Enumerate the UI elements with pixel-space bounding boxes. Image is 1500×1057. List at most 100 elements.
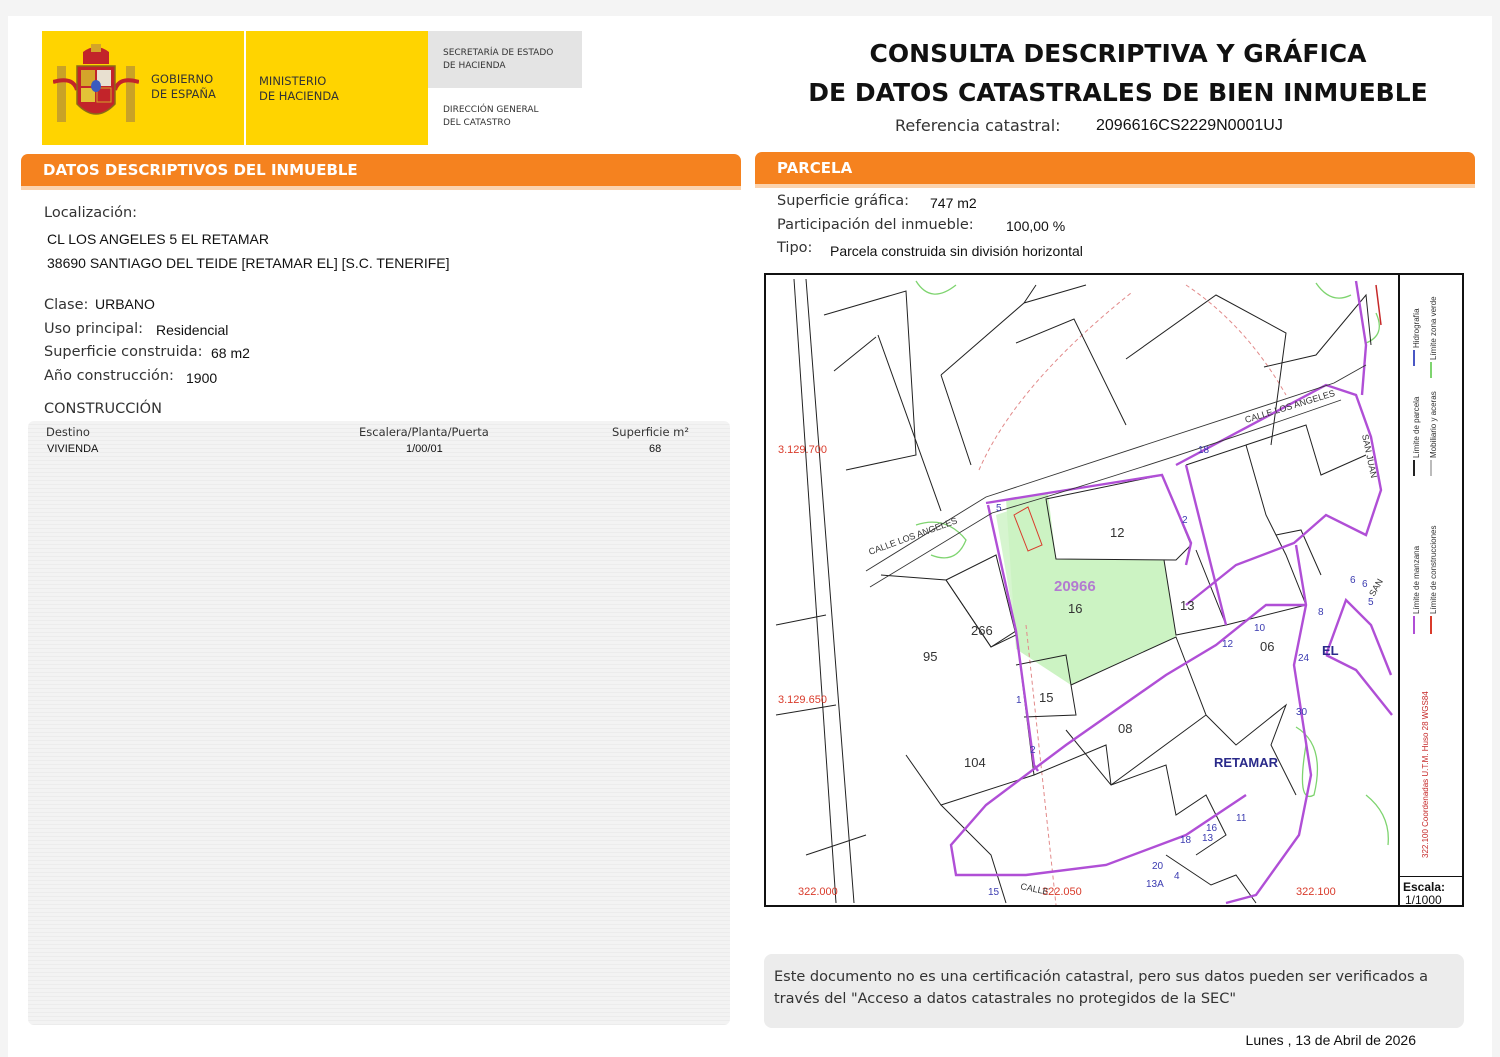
map-legend-divider xyxy=(1398,275,1400,905)
tipo-label: Tipo: xyxy=(777,240,813,256)
superficie-construida-value: 68 m2 xyxy=(211,345,250,361)
localizacion-label: Localización: xyxy=(44,205,138,221)
ref-catastral-label: Referencia catastral: xyxy=(895,116,1061,135)
map-legend: Límite de manzana Límite de parcela Hidr… xyxy=(1412,296,1438,858)
parcel-12: 12 xyxy=(1110,525,1124,540)
gobierno-line2: DE ESPAÑA xyxy=(151,87,216,101)
street-calle-los-angeles-1: CALLE LOS ANGELES xyxy=(867,515,958,556)
coord-x-right: 322.100 xyxy=(1296,886,1336,898)
legend-hidrografia: Hidrografía xyxy=(1412,308,1421,348)
secretaria-line1: SECRETARÍA DE ESTADO xyxy=(443,48,554,58)
address-line2: 38690 SANTIAGO DEL TEIDE [RETAMAR EL] [S… xyxy=(47,255,450,271)
num-18: 18 xyxy=(1198,445,1210,456)
table-row-escalera: 1/00/01 xyxy=(406,443,443,455)
num-6: 6 xyxy=(1362,579,1368,590)
parcel-16: 16 xyxy=(1068,601,1082,616)
secretaria-line2: DE HACIENDA xyxy=(443,61,506,71)
num-2b: 2 xyxy=(1030,745,1036,756)
participacion-value: 100,00 % xyxy=(1006,218,1066,234)
col-escalera: Escalera/Planta/Puerta xyxy=(359,425,489,439)
legend-limite-manzana: Límite de manzana xyxy=(1412,545,1421,614)
document-date: Lunes , 13 de Abril de 2026 xyxy=(1245,1032,1416,1048)
escala-divider xyxy=(1400,876,1462,877)
block-id: 20966 xyxy=(1054,578,1096,595)
clase-value: URBANO xyxy=(95,296,155,312)
parcel-95: 95 xyxy=(923,649,937,664)
cadastral-map[interactable]: 3.129.700 3.129.650 322.000 322.050 322.… xyxy=(764,273,1464,907)
num-4: 4 xyxy=(1174,871,1180,882)
parcel-104: 104 xyxy=(964,755,986,770)
num-30: 30 xyxy=(1296,707,1308,718)
col-superficie: Superficie m² xyxy=(612,425,689,439)
direccion-line1: DIRECCIÓN GENERAL xyxy=(443,105,539,115)
ministerio-line2: DE HACIENDA xyxy=(259,89,339,103)
title-line2: DE DATOS CATASTRALES DE BIEN INMUEBLE xyxy=(808,78,1428,107)
anio-label: Año construcción: xyxy=(44,368,174,384)
construccion-table xyxy=(28,421,730,1025)
descriptivos-section-header: DATOS DESCRIPTIVOS DEL INMUEBLE xyxy=(21,154,741,186)
gobierno-espana-text: GOBIERNO DE ESPAÑA xyxy=(151,72,216,102)
parcela-section-header: PARCELA xyxy=(755,152,1475,184)
num-13a: 13A xyxy=(1146,879,1164,890)
table-row-destino: VIVIENDA xyxy=(47,443,99,455)
address-line1: CL LOS ANGELES 5 EL RETAMAR xyxy=(47,231,270,247)
uso-value: Residencial xyxy=(156,322,229,338)
gobierno-line1: GOBIERNO xyxy=(151,72,214,86)
num-5: 5 xyxy=(996,503,1002,514)
clase-label: Clase: xyxy=(44,297,89,313)
document-title: CONSULTA DESCRIPTIVA Y GRÁFICA DE DATOS … xyxy=(788,34,1448,112)
street-san: SAN xyxy=(1367,577,1385,598)
num-12: 12 xyxy=(1222,639,1234,650)
anio-value: 1900 xyxy=(186,370,218,386)
parcela-section-underline xyxy=(755,184,1475,188)
descriptivos-section-underline xyxy=(21,186,741,190)
escala-value: 1/1000 xyxy=(1405,893,1442,907)
legend-limite-parcela: Límite de parcela xyxy=(1412,396,1421,458)
legend-coordinates: 322.100 Coordenadas U.T.M. Huso 28 WGS84 xyxy=(1421,691,1430,858)
ministerio-text: MINISTERIO DE HACIENDA xyxy=(259,74,339,104)
logo-divider xyxy=(244,31,246,145)
uso-label: Uso principal: xyxy=(44,321,144,337)
parcel-08: 08 xyxy=(1118,721,1132,736)
legend-limite-zona-verde: Límite zona verde xyxy=(1429,296,1438,360)
num-24: 24 xyxy=(1298,653,1310,664)
direccion-line2: DEL CATASTRO xyxy=(443,118,511,128)
num-20: 20 xyxy=(1152,861,1164,872)
legend-mobiliario: Mobiliario y aceras xyxy=(1429,391,1438,458)
parcel-266: 266 xyxy=(971,623,993,638)
parcel-13: 13 xyxy=(1180,598,1194,613)
col-destino: Destino xyxy=(46,425,90,439)
participacion-label: Participación del inmueble: xyxy=(777,217,974,233)
num-1: 1 xyxy=(1016,695,1022,706)
coord-x-left: 322.000 xyxy=(798,886,838,898)
title-line1: CONSULTA DESCRIPTIVA Y GRÁFICA xyxy=(869,39,1367,68)
num-18b: 18 xyxy=(1180,835,1192,846)
coord-y-top: 3.129.700 xyxy=(778,444,827,456)
map-drawing: 3.129.700 3.129.650 322.000 322.050 322.… xyxy=(775,278,1393,905)
document-sheet: GOBIERNO DE ESPAÑA MINISTERIO DE HACIEND… xyxy=(8,16,1492,1057)
num-8a: 8 xyxy=(1318,607,1324,618)
disclaimer-text: Este documento no es una certificación c… xyxy=(774,969,1429,1007)
construccion-title: CONSTRUCCIÓN xyxy=(44,401,162,417)
superficie-grafica-value: 747 m2 xyxy=(930,195,977,211)
escala-label: Escala: xyxy=(1403,880,1446,894)
label-retamar: RETAMAR xyxy=(1214,755,1279,770)
ministerio-line1: MINISTERIO xyxy=(259,74,327,88)
street-calle-bottom: CALLE xyxy=(1020,881,1050,897)
num-5b: 5 xyxy=(1368,597,1374,608)
num-11: 11 xyxy=(1236,813,1247,824)
num-10: 10 xyxy=(1254,623,1266,634)
coord-y-mid: 3.129.650 xyxy=(778,694,827,706)
legend-limite-construcciones: Límite de construcciones xyxy=(1429,526,1438,615)
num-15: 15 xyxy=(988,887,1000,898)
label-el: EL xyxy=(1322,643,1339,658)
tipo-value: Parcela construida sin división horizont… xyxy=(830,243,1083,259)
direccion-text: DIRECCIÓN GENERAL DEL CATASTRO xyxy=(443,104,539,130)
coat-of-arms-icon xyxy=(53,44,139,122)
secretaria-text: SECRETARÍA DE ESTADO DE HACIENDA xyxy=(443,47,553,73)
superficie-construida-label: Superficie construida: xyxy=(44,344,203,360)
parcel-06: 06 xyxy=(1260,639,1274,654)
parcel-15: 15 xyxy=(1039,690,1053,705)
num-2: 2 xyxy=(1182,515,1188,526)
ref-catastral-value: 2096616CS2229N0001UJ xyxy=(1096,117,1283,134)
